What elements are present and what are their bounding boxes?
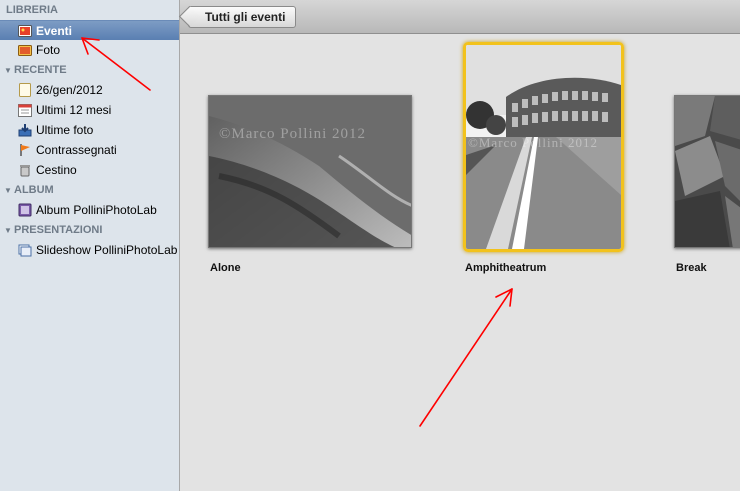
event-page-icon <box>19 82 31 97</box>
event-thumbnail[interactable] <box>674 95 740 248</box>
section-title-recente: RECENTE <box>14 64 67 76</box>
sidebar-item-label: Slideshow PolliniPhotoLab <box>36 243 178 257</box>
section-header-libreria: LIBRERIA <box>0 0 179 20</box>
sidebar-item-eventi[interactable]: Eventi <box>0 20 179 40</box>
sidebar-item-album-polliniphotolab[interactable]: Album PolliniPhotoLab <box>0 200 179 220</box>
album-icon <box>18 203 32 217</box>
section-title-album: ALBUM <box>14 184 54 196</box>
import-icon <box>18 123 32 137</box>
sidebar-item-label: Ultimi 12 mesi <box>36 103 112 117</box>
event-title: Break <box>676 262 707 274</box>
section-title-libreria: LIBRERIA <box>6 4 58 16</box>
trash-icon <box>20 164 30 177</box>
photos-icon <box>18 44 32 56</box>
events-browser: Tutti gli eventi ©Marco Pollini 2012 Alo… <box>180 0 740 491</box>
sidebar-item-label: Ultime foto <box>36 123 94 137</box>
sidebar-item-label: Contrassegnati <box>36 143 117 157</box>
sidebar-item-slideshow-polliniphotolab[interactable]: Slideshow PolliniPhotoLab <box>0 240 179 260</box>
section-title-presentazioni: PRESENTAZIONI <box>14 224 103 236</box>
event-title: Alone <box>210 262 241 274</box>
disclosure-triangle-icon[interactable]: ▼ <box>4 181 14 201</box>
sidebar-item-26-gen-2012[interactable]: 26/gen/2012 <box>0 80 179 100</box>
event-title: Amphitheatrum <box>465 262 547 274</box>
section-header-album[interactable]: ▼ ALBUM <box>0 180 179 200</box>
section-header-presentazioni[interactable]: ▼ PRESENTAZIONI <box>0 220 179 240</box>
toolbar: Tutti gli eventi <box>180 0 740 34</box>
disclosure-triangle-icon[interactable]: ▼ <box>4 221 14 241</box>
sidebar-item-cestino[interactable]: Cestino <box>0 160 179 180</box>
sidebar-item-label: Eventi <box>36 24 73 38</box>
source-list-sidebar: LIBRERIA Eventi Foto ▼ RECENTE 26/gen/201… <box>0 0 180 491</box>
sidebar-item-label: Album PolliniPhotoLab <box>36 203 157 217</box>
rocks-photo <box>675 96 740 247</box>
watermark: ©Marco Pollini 2012 <box>219 126 367 142</box>
sidebar-item-contrassegnati[interactable]: Contrassegnati <box>0 140 179 160</box>
all-events-back-button[interactable]: Tutti gli eventi <box>188 6 297 28</box>
sidebar-item-label: 26/gen/2012 <box>36 83 103 97</box>
sidebar-item-label: Foto <box>36 43 61 57</box>
beach-photo <box>209 96 411 247</box>
section-header-recente[interactable]: ▼ RECENTE <box>0 60 179 80</box>
sidebar-item-ultime-foto[interactable]: Ultime foto <box>0 120 179 140</box>
sidebar-item-ultimi-12-mesi[interactable]: Ultimi 12 mesi <box>0 100 179 120</box>
event-thumbnail[interactable]: ©Marco Pollini 2012 <box>208 95 412 248</box>
watermark: ©Marco Pollini 2012 <box>468 135 598 150</box>
disclosure-triangle-icon[interactable]: ▼ <box>4 61 14 81</box>
calendar-icon <box>18 103 32 117</box>
sidebar-item-foto[interactable]: Foto <box>0 40 179 60</box>
flag-icon <box>20 143 30 156</box>
event-thumbnail[interactable]: ©Marco Pollini 2012 <box>463 42 624 252</box>
sidebar-item-label: Cestino <box>36 163 77 177</box>
events-icon <box>18 24 32 37</box>
slideshow-icon <box>18 244 32 257</box>
